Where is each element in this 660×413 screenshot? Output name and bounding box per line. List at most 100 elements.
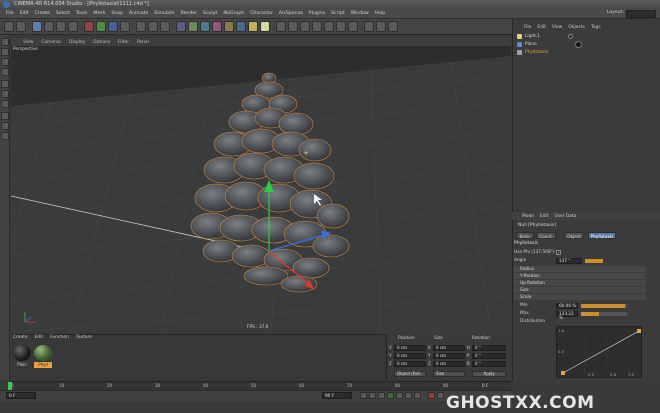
render-view-icon[interactable] <box>136 21 146 32</box>
next-frame-icon[interactable] <box>396 392 403 399</box>
viewport-menu-view[interactable]: View <box>23 40 33 45</box>
deformer-icon[interactable] <box>224 21 234 32</box>
render-settings-icon[interactable] <box>160 21 170 32</box>
polygons-mode-icon[interactable] <box>1 100 9 108</box>
menu-character[interactable]: Character <box>250 11 273 16</box>
material-plain-swatch[interactable] <box>13 345 31 361</box>
model-mode-icon[interactable] <box>276 21 286 32</box>
size-y-field[interactable]: 0 cm <box>433 353 465 359</box>
previous-key-icon[interactable] <box>369 392 376 399</box>
mat-menu-function[interactable]: Function <box>50 335 69 340</box>
menu-file[interactable]: File <box>6 11 14 16</box>
material-tag-icon[interactable] <box>575 41 582 48</box>
polygons-mode-icon[interactable] <box>348 21 358 32</box>
menu-help[interactable]: Help <box>375 11 385 16</box>
group-y-position[interactable]: Y-Position <box>514 273 646 279</box>
floor-icon[interactable] <box>236 21 246 32</box>
viewport-menu-filter[interactable]: Filter <box>118 40 129 45</box>
subdivision-icon[interactable] <box>200 21 210 32</box>
obj-menu-tags[interactable]: Tags <box>591 25 601 30</box>
pen-spline-icon[interactable] <box>188 21 198 32</box>
frame-end-field[interactable]: 90 F <box>322 392 352 399</box>
axis-mode-icon[interactable] <box>1 68 9 76</box>
undo-icon[interactable] <box>4 21 14 32</box>
mat-menu-texture[interactable]: Texture <box>76 335 92 340</box>
scale-icon[interactable] <box>56 21 66 32</box>
menu-simulate[interactable]: Simulate <box>154 11 174 16</box>
rotation-p-field[interactable]: 0 ° <box>472 353 506 359</box>
x-axis-icon[interactable] <box>84 21 94 32</box>
menu-animate[interactable]: Animate <box>129 11 148 16</box>
angle-slider[interactable] <box>585 259 603 263</box>
menu-tools[interactable]: Tools <box>76 11 87 16</box>
snap-icon[interactable] <box>1 122 9 130</box>
cube-icon[interactable] <box>176 21 186 32</box>
menu-select[interactable]: Select <box>56 11 70 16</box>
min-slider-track[interactable] <box>581 304 627 308</box>
max-slider-track[interactable] <box>581 312 627 316</box>
viewport-menu-display[interactable]: Display <box>69 40 85 45</box>
rotate-icon[interactable] <box>68 21 78 32</box>
coord-mode-dropdown[interactable]: Object (Rel) <box>394 371 426 377</box>
tweak-icon[interactable] <box>1 112 9 120</box>
timeline-ruler[interactable]: 0 10 20 30 40 50 60 70 80 90 <box>8 381 511 391</box>
workplane-icon[interactable] <box>312 21 322 32</box>
tab-coord[interactable]: Coord. <box>536 232 556 239</box>
attr-menu-edit[interactable]: Edit <box>540 214 549 219</box>
menu-sculpt[interactable]: Sculpt <box>203 11 217 16</box>
viewport-menu-cameras[interactable]: Cameras <box>41 40 61 45</box>
position-z-field[interactable]: 0 cm <box>394 361 426 367</box>
use-phi-checkbox[interactable]: ✓ <box>556 250 561 255</box>
tab-basic[interactable]: Basic <box>516 232 534 239</box>
object-mode-icon[interactable] <box>288 21 298 32</box>
layout-select[interactable] <box>626 10 656 18</box>
menu-plugins[interactable]: Plugins <box>309 11 325 16</box>
obj-menu-objects[interactable]: Objects <box>568 25 585 30</box>
menu-aixsponza[interactable]: AixSponza <box>279 11 303 16</box>
size-x-field[interactable]: 0 cm <box>433 345 465 351</box>
viewport-menu-options[interactable]: Options <box>93 40 110 45</box>
object-row-plane[interactable]: Plane <box>515 41 575 48</box>
texture-mode-icon[interactable] <box>1 58 9 66</box>
position-x-field[interactable]: 0 cm <box>394 345 426 351</box>
group-up-rotation[interactable]: Up-Rotation <box>514 280 646 286</box>
apply-button[interactable]: Apply <box>472 371 506 377</box>
edges-mode-icon[interactable] <box>1 90 9 98</box>
size-mode-dropdown[interactable]: Size <box>433 371 465 377</box>
menu-edit[interactable]: Edit <box>20 11 29 16</box>
z-axis-icon[interactable] <box>108 21 118 32</box>
attr-menu-user-data[interactable]: User Data <box>554 214 576 219</box>
camera-icon[interactable] <box>248 21 258 32</box>
snap-icon[interactable] <box>364 21 374 32</box>
points-mode-icon[interactable] <box>1 80 9 88</box>
menu-mesh[interactable]: Mesh <box>93 11 105 16</box>
record-icon[interactable] <box>428 392 435 399</box>
tab-object[interactable]: Object <box>564 232 584 239</box>
mat-menu-edit[interactable]: Edit <box>35 335 44 340</box>
max-field[interactable]: 133.22 % <box>556 311 578 320</box>
material-phyll-swatch[interactable] <box>34 345 52 361</box>
mat-menu-create[interactable]: Create <box>13 335 28 340</box>
sculpt-brush-icon[interactable] <box>388 21 398 32</box>
frame-start-field[interactable]: 0 F <box>6 392 36 399</box>
menu-window[interactable]: Window <box>351 11 369 16</box>
menu-create[interactable]: Create <box>35 11 50 16</box>
obj-menu-edit[interactable]: Edit <box>537 25 546 30</box>
make-editable-icon[interactable] <box>1 38 9 46</box>
points-mode-icon[interactable] <box>324 21 334 32</box>
next-key-icon[interactable] <box>405 392 412 399</box>
tag-icon[interactable] <box>568 34 573 39</box>
live-selection-icon[interactable] <box>32 21 42 32</box>
lock-workplane-icon[interactable] <box>376 21 386 32</box>
redo-icon[interactable] <box>16 21 26 32</box>
object-row-light[interactable]: Light.1 <box>515 33 575 40</box>
menu-render[interactable]: Render <box>181 11 197 16</box>
attr-menu-mode[interactable]: Mode <box>522 214 534 219</box>
array-icon[interactable] <box>212 21 222 32</box>
move-icon[interactable] <box>44 21 54 32</box>
rotation-b-field[interactable]: 0 ° <box>472 361 506 367</box>
edges-mode-icon[interactable] <box>336 21 346 32</box>
object-row-phyllotaxis[interactable]: Phyllotaxis <box>515 49 575 56</box>
distribution-spline-graph[interactable] <box>556 326 642 378</box>
obj-menu-view[interactable]: View <box>552 25 562 30</box>
